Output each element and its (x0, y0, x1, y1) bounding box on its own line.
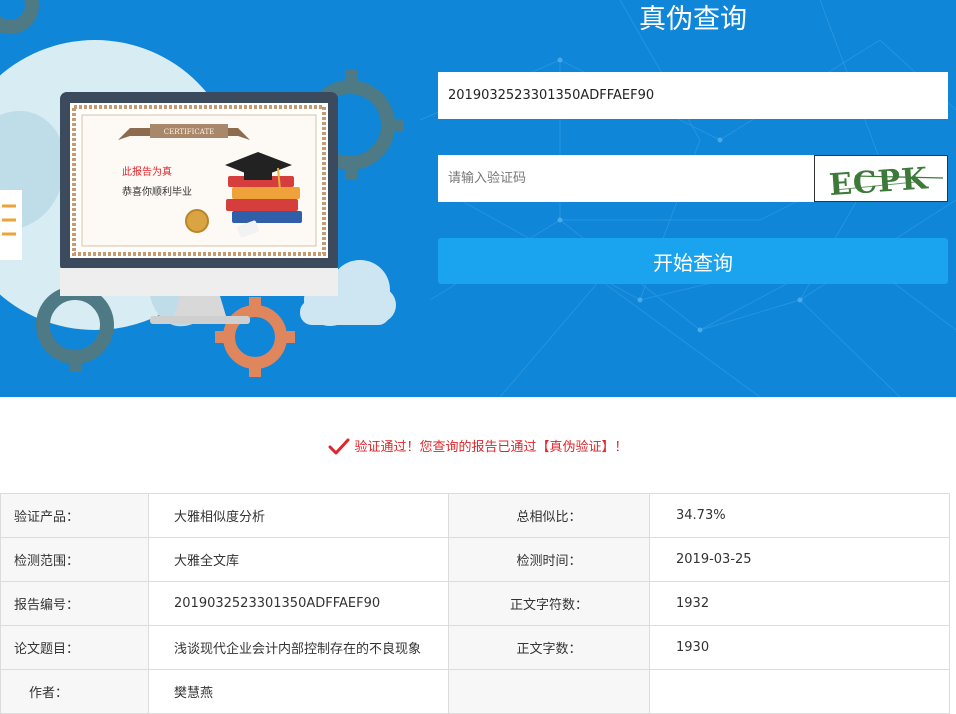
table-row: 报告编号： 2019032523301350ADFFAEF90 正文字符数： 1… (0, 581, 950, 626)
captcha-text: ECPK (828, 161, 930, 201)
certificate-line1: 此报告为真 (122, 165, 172, 178)
field-label: 作者： (0, 669, 149, 714)
table-row: 验证产品： 大雅相似度分析 总相似比： 34.73% (0, 493, 950, 538)
verify-message: 验证通过！您查询的报告已通过【真伪验证】！ (0, 436, 956, 460)
field-label: 验证产品： (0, 493, 149, 538)
certificate-line2: 恭喜你顺利毕业 (122, 185, 192, 198)
table-row: 论文题目： 浅谈现代企业会计内部控制存在的不良现象 正文字数： 1930 (0, 625, 950, 670)
field-value: 2019-03-25 (649, 537, 950, 582)
field-label: 正文字数： (448, 625, 650, 670)
field-value: 34.73% (649, 493, 950, 538)
field-value: 樊慧燕 (148, 669, 449, 714)
verify-message-text: 验证通过！您查询的报告已通过【真伪验证】！ (354, 440, 628, 455)
field-label: 报告编号： (0, 581, 149, 626)
table-row: 检测范围： 大雅全文库 检测时间： 2019-03-25 (0, 537, 950, 582)
check-icon (328, 438, 350, 455)
captcha-image[interactable]: ECPK (814, 155, 948, 203)
report-number-input[interactable] (438, 72, 948, 119)
field-value: 1930 (649, 625, 950, 670)
page-title: 真伪查询 (639, 4, 747, 35)
field-value (649, 669, 950, 714)
field-label: 正文字符数： (448, 581, 650, 626)
field-label: 检测时间： (448, 537, 650, 582)
table-row: 作者： 樊慧燕 (0, 669, 950, 714)
field-label (448, 669, 650, 714)
field-value: 1932 (649, 581, 950, 626)
field-value: 2019032523301350ADFFAEF90 (148, 581, 449, 626)
field-label: 总相似比： (448, 493, 650, 538)
hero-banner: CERTIFICATE 此报告为真 恭喜你顺利毕业 真伪查询 ECPK 开始查询 (0, 0, 956, 397)
field-value: 浅谈现代企业会计内部控制存在的不良现象 (148, 625, 449, 670)
certificate-banner: CERTIFICATE (164, 128, 214, 136)
result-table: 验证产品： 大雅相似度分析 总相似比： 34.73% 检测范围： 大雅全文库 检… (0, 493, 950, 714)
field-value: 大雅全文库 (148, 537, 449, 582)
field-label: 论文题目： (0, 625, 149, 670)
start-query-button[interactable]: 开始查询 (438, 238, 948, 284)
field-label: 检测范围： (0, 537, 149, 582)
captcha-input[interactable] (438, 155, 814, 202)
field-value: 大雅相似度分析 (148, 493, 449, 538)
